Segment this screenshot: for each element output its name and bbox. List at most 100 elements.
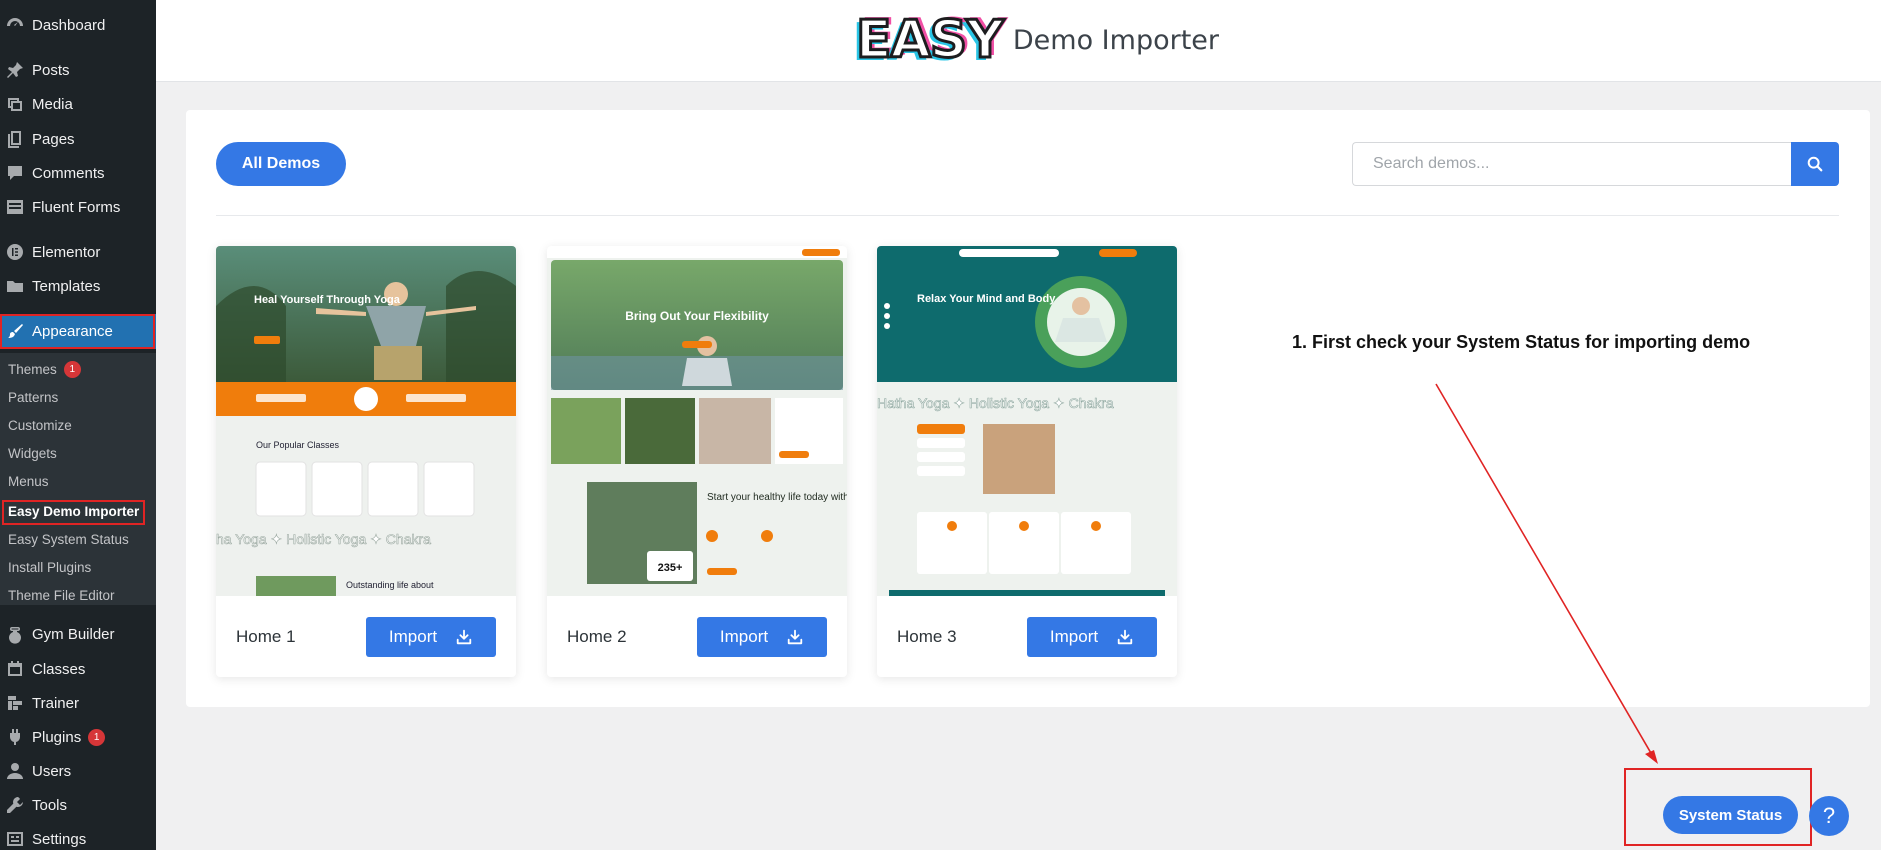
import-button[interactable]: Import xyxy=(1027,616,1157,657)
system-status-button[interactable]: System Status xyxy=(1663,796,1798,834)
sidebar-item-pages[interactable]: Pages xyxy=(0,122,156,156)
demo-card-footer: Home 1 Import xyxy=(216,596,516,677)
sidebar-item-users[interactable]: Users xyxy=(0,754,156,788)
submenu-item-label: Themes xyxy=(8,361,57,377)
sidebar-item-elementor[interactable]: Elementor xyxy=(0,235,156,269)
brush-icon xyxy=(5,322,25,342)
update-count-badge: 1 xyxy=(88,728,106,746)
demo-panel: All Demos Heal Yourself Through Yoga xyxy=(186,110,1870,707)
sidebar-item-label: Media xyxy=(32,95,73,113)
sidebar-item-media[interactable]: Media xyxy=(0,87,156,121)
preview-stat: 235+ xyxy=(658,562,683,574)
submenu-item-install-plugins[interactable]: Install Plugins xyxy=(8,554,91,580)
submenu-item-patterns[interactable]: Patterns xyxy=(8,384,58,410)
sidebar-item-label: Plugins xyxy=(32,728,82,746)
submenu-item-label: Patterns xyxy=(8,389,59,405)
sidebar-item-trainer[interactable]: Trainer xyxy=(0,686,156,720)
all-demos-button[interactable]: All Demos xyxy=(216,142,346,186)
demo-thumbnail[interactable]: Relax Your Mind and Body Hatha Yoga ✦ Ho… xyxy=(877,246,1177,596)
sidebar-item-label: Elementor xyxy=(32,243,101,261)
demo-title: Home 3 xyxy=(897,626,957,646)
media-icon xyxy=(5,94,25,114)
sidebar-item-appearance[interactable]: Appearance xyxy=(0,314,156,349)
sidebar-item-gym-builder[interactable]: Gym Builder xyxy=(0,617,156,651)
import-button[interactable]: Import xyxy=(366,616,496,657)
sidebar-item-classes[interactable]: Classes xyxy=(0,652,156,686)
demo-card-home-2: Bring Out Your Flexibility 235+ Start yo… xyxy=(547,246,847,677)
demo-card-footer: Home 2 Import xyxy=(547,596,847,677)
preview-hero-text: Bring Out Your Flexibility xyxy=(625,309,769,323)
pin-icon xyxy=(5,60,25,80)
submenu-item-theme-file-editor[interactable]: Theme File Editor xyxy=(8,582,115,608)
search-input[interactable] xyxy=(1352,142,1791,186)
import-label: Import xyxy=(1049,626,1099,646)
submenu-item-customize[interactable]: Customize xyxy=(8,412,72,438)
sidebar-item-label: Templates xyxy=(32,277,101,295)
demo-title: Home 1 xyxy=(236,626,296,646)
wrench-icon xyxy=(5,795,25,815)
arrow-head xyxy=(1645,750,1658,764)
sidebar-item-label: Tools xyxy=(32,796,68,814)
demo-card-footer: Home 3 Import xyxy=(877,596,1177,677)
dashboard-icon xyxy=(5,15,25,35)
download-icon xyxy=(787,629,803,644)
demo-thumbnail[interactable]: Heal Yourself Through Yoga Our Popular C… xyxy=(216,246,516,596)
preview-section-title: Our Popular Classes xyxy=(256,440,340,450)
preview-marquee: ha Yoga ✦ Holistic Yoga ✦ Chakra xyxy=(216,531,431,547)
search-bar xyxy=(1352,142,1839,186)
sidebar-item-label: Trainer xyxy=(32,694,79,712)
sidebar-item-posts[interactable]: Posts xyxy=(0,53,156,87)
comment-icon xyxy=(5,163,25,183)
import-button[interactable]: Import xyxy=(697,616,827,657)
search-button[interactable] xyxy=(1791,142,1839,186)
sidebar-item-dashboard[interactable]: Dashboard xyxy=(0,8,156,42)
sidebar-item-label: Appearance xyxy=(32,323,113,340)
preview-section-title: Start your healthy life today with us xyxy=(707,492,847,503)
preview-hero-text: Relax Your Mind and Body xyxy=(917,293,1056,305)
download-icon xyxy=(456,629,472,644)
easy-logo: EASY Demo Importer xyxy=(855,9,1220,72)
user-icon xyxy=(5,761,25,781)
preview-marquee: Hatha Yoga ✦ Holistic Yoga ✦ Chakra xyxy=(877,395,1114,411)
folder-icon xyxy=(5,276,25,296)
help-button[interactable]: ? xyxy=(1809,796,1849,836)
sidebar-item-fluent-forms[interactable]: Fluent Forms xyxy=(0,190,156,224)
import-label: Import xyxy=(719,626,769,646)
preview-teaser: Outstanding life about xyxy=(346,580,434,590)
plugin-icon xyxy=(5,727,25,747)
submenu-item-menus[interactable]: Menus xyxy=(8,468,49,494)
sidebar-item-plugins[interactable]: Plugins 1 xyxy=(0,720,156,754)
settings-icon xyxy=(5,829,25,849)
admin-sidebar: Dashboard Posts Media Pages Comments Flu… xyxy=(0,0,156,850)
submenu-item-easy-demo-importer[interactable]: Easy Demo Importer xyxy=(8,498,139,524)
sidebar-item-tools[interactable]: Tools xyxy=(0,788,156,822)
submenu-item-easy-system-status[interactable]: Easy System Status xyxy=(8,526,129,552)
sidebar-item-label: Settings xyxy=(32,830,87,848)
calendar-icon xyxy=(5,659,25,679)
sidebar-item-label: Dashboard xyxy=(32,16,106,34)
trainer-icon xyxy=(5,693,25,713)
submenu-item-label: Menus xyxy=(8,473,49,489)
demo-thumbnail[interactable]: Bring Out Your Flexibility 235+ Start yo… xyxy=(547,246,847,596)
logo-mark: EASY xyxy=(855,9,1006,72)
sidebar-item-label: Comments xyxy=(32,164,105,182)
update-count-badge: 1 xyxy=(63,360,81,378)
submenu-item-label: Easy System Status xyxy=(8,531,129,547)
demo-title: Home 2 xyxy=(567,626,627,646)
import-label: Import xyxy=(388,626,438,646)
download-icon xyxy=(1117,629,1133,644)
submenu-item-widgets[interactable]: Widgets xyxy=(8,440,57,466)
page-header: EASY Demo Importer xyxy=(156,0,1881,82)
sidebar-item-settings[interactable]: Settings xyxy=(0,822,156,850)
page-title: Demo Importer xyxy=(1012,24,1220,56)
submenu-item-themes[interactable]: Themes 1 xyxy=(8,356,81,382)
sidebar-item-label: Gym Builder xyxy=(32,625,115,643)
divider xyxy=(216,215,1839,216)
submenu-item-label: Install Plugins xyxy=(8,559,92,575)
sidebar-item-comments[interactable]: Comments xyxy=(0,156,156,190)
kettlebell-icon xyxy=(5,624,25,644)
elementor-icon xyxy=(5,242,25,262)
forms-icon xyxy=(5,197,25,217)
pages-icon xyxy=(5,129,25,149)
sidebar-item-templates[interactable]: Templates xyxy=(0,269,156,303)
